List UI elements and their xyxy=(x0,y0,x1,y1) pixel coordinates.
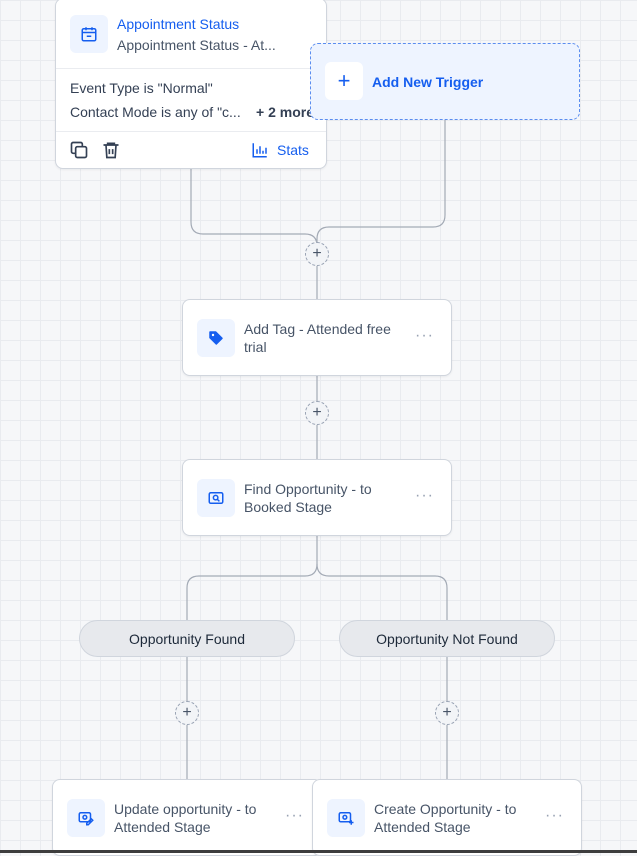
trigger-subtitle: Appointment Status - At... xyxy=(117,37,276,53)
trigger-card-appointment-status[interactable]: Appointment Status Appointment Status - … xyxy=(55,0,327,169)
trigger-condition-contact-mode: Contact Mode is any of "c... xyxy=(70,104,241,120)
connector-find-branches xyxy=(186,536,318,620)
more-options-icon[interactable]: ··· xyxy=(415,488,434,504)
tag-icon xyxy=(197,319,235,357)
update-opportunity-icon xyxy=(67,799,105,837)
action-label: Create Opportunity - to Attended Stage xyxy=(374,801,517,835)
trigger-condition-event-type: Event Type is "Normal" xyxy=(70,80,213,96)
copy-icon[interactable] xyxy=(69,140,89,160)
action-label: Add Tag - Attended free trial xyxy=(244,321,391,355)
action-card-create-opportunity[interactable]: Create Opportunity - to Attended Stage ·… xyxy=(312,779,582,856)
trash-icon[interactable] xyxy=(101,140,121,160)
divider xyxy=(56,68,326,69)
create-opportunity-icon xyxy=(327,799,365,837)
more-conditions-link[interactable]: + 2 more xyxy=(256,104,314,120)
stats-button[interactable]: Stats xyxy=(251,140,309,160)
connector-trigger-left xyxy=(190,169,318,247)
add-step-button[interactable]: + xyxy=(175,701,199,725)
connector-trigger-right xyxy=(316,120,446,246)
action-card-add-tag[interactable]: Add Tag - Attended free trial ··· xyxy=(182,299,452,376)
action-card-update-opportunity[interactable]: Update opportunity - to Attended Stage ·… xyxy=(52,779,322,856)
bar-chart-icon xyxy=(252,143,267,158)
connector-find-branch-right xyxy=(316,563,448,620)
add-step-button[interactable]: + xyxy=(305,242,329,266)
add-step-button[interactable]: + xyxy=(305,401,329,425)
add-new-trigger-label: Add New Trigger xyxy=(372,74,484,90)
branch-opportunity-found[interactable]: Opportunity Found xyxy=(79,620,295,657)
more-options-icon[interactable]: ··· xyxy=(285,808,304,824)
trigger-title: Appointment Status xyxy=(117,16,240,32)
add-new-trigger-button[interactable]: + Add New Trigger xyxy=(310,43,580,120)
more-options-icon[interactable]: ··· xyxy=(415,328,434,344)
calendar-icon xyxy=(70,15,108,53)
stats-label: Stats xyxy=(277,142,309,158)
action-label: Find Opportunity - to Booked Stage xyxy=(244,481,372,515)
action-card-find-opportunity[interactable]: Find Opportunity - to Booked Stage ··· xyxy=(182,459,452,536)
branch-opportunity-not-found[interactable]: Opportunity Not Found xyxy=(339,620,555,657)
divider xyxy=(56,131,326,132)
more-options-icon[interactable]: ··· xyxy=(545,808,564,824)
add-step-button[interactable]: + xyxy=(435,701,459,725)
plus-icon: + xyxy=(325,62,363,100)
find-opportunity-icon xyxy=(197,479,235,517)
workflow-canvas[interactable]: Appointment Status Appointment Status - … xyxy=(0,0,637,856)
action-label: Update opportunity - to Attended Stage xyxy=(114,801,257,835)
